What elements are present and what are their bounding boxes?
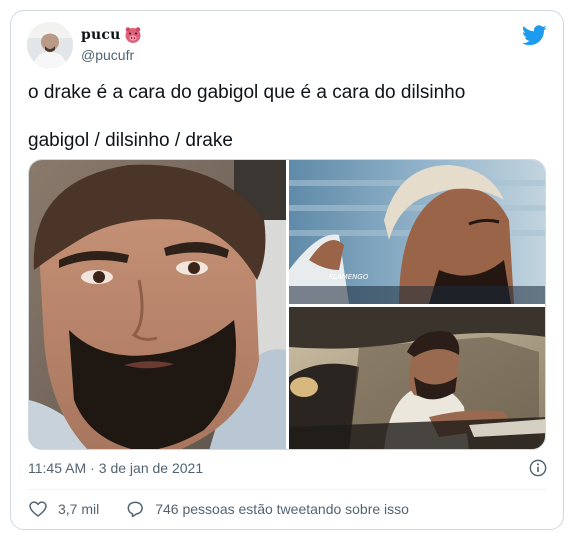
- info-icon[interactable]: [529, 459, 547, 477]
- divider: [28, 489, 547, 490]
- like-count: 3,7 mil: [58, 501, 100, 517]
- display-name[interactable]: pucu: [81, 27, 120, 43]
- photo-dilsinho[interactable]: [289, 307, 545, 449]
- photo-drake[interactable]: [29, 160, 286, 449]
- avatar[interactable]: [27, 22, 73, 68]
- author-name-row[interactable]: pucu: [81, 26, 142, 44]
- tweet-card: pucu @pucufr o drake é a cara do gabigol…: [10, 10, 564, 530]
- conversation-text: 746 pessoas estão tweetando sobre isso: [155, 501, 409, 517]
- meta-separator: ·: [90, 460, 95, 476]
- tweet-line-2: gabigol / dilsinho / drake: [28, 130, 233, 151]
- tweet-line-1: o drake é a cara do gabigol que é a cara…: [28, 82, 466, 103]
- tweet-date: 3 de jan de 2021: [98, 460, 204, 476]
- twitter-bird-icon[interactable]: [522, 25, 547, 46]
- watermark-text: FLAMENGO: [329, 273, 369, 281]
- pig-face-emoji: [124, 26, 142, 44]
- like-button[interactable]: 3,7 mil: [28, 499, 99, 519]
- tweet-time: 11:45 AM: [28, 460, 87, 476]
- avatar-image: [27, 22, 73, 68]
- media-grid: FLAMENGO: [28, 159, 546, 450]
- tweet-actions: 3,7 mil 746 pessoas estão tweetando sobr…: [28, 499, 409, 519]
- conversation-button[interactable]: 746 pessoas estão tweetando sobre isso: [125, 499, 409, 519]
- tweet-text: o drake é a cara do gabigol que é a cara…: [28, 81, 548, 153]
- author-handle[interactable]: @pucufr: [81, 47, 134, 63]
- heart-icon: [29, 501, 47, 517]
- speech-bubble-icon: [127, 501, 144, 518]
- tweet-timestamp[interactable]: 11:45 AM · 3 de jan de 2021: [28, 460, 203, 476]
- photo-gabigol[interactable]: FLAMENGO: [289, 160, 545, 304]
